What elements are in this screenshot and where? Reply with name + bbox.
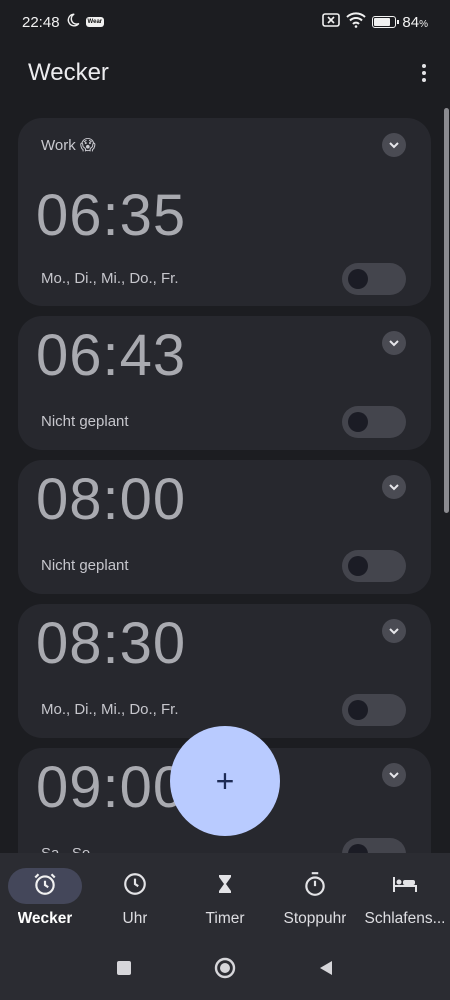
bed-icon: [391, 872, 419, 901]
app-header: Wecker: [0, 50, 450, 96]
nav-icon-container: [278, 868, 352, 904]
back-icon[interactable]: [317, 959, 335, 982]
battery-fill: [374, 18, 391, 26]
wear-badge: Wear: [85, 17, 105, 27]
chevron-down-icon[interactable]: [382, 475, 406, 499]
alarm-schedule: Mo., Di., Mi., Do., Fr.: [41, 270, 179, 287]
moon-icon: [66, 13, 80, 31]
chevron-down-icon[interactable]: [382, 133, 406, 157]
nav-icon-container: [98, 868, 172, 904]
page-title: Wecker: [28, 59, 109, 86]
alarm-schedule: Mo., Di., Mi., Do., Fr.: [41, 701, 179, 718]
status-bar: 22:48 Wear 84%: [0, 0, 450, 44]
alarm-toggle[interactable]: [342, 406, 406, 438]
status-left: 22:48 Wear: [22, 13, 105, 31]
more-options-icon[interactable]: [416, 58, 432, 88]
tab-timer[interactable]: Timer: [180, 853, 270, 941]
home-icon[interactable]: [213, 956, 237, 985]
alarm-time[interactable]: 06:43: [36, 322, 186, 389]
tab-label: Stoppuhr: [283, 910, 347, 927]
chevron-down-icon[interactable]: [382, 763, 406, 787]
tab-wecker[interactable]: Wecker: [0, 853, 90, 941]
alarm-card[interactable]: 08:30 Mo., Di., Mi., Do., Fr.: [18, 604, 431, 738]
scrollbar[interactable]: [444, 108, 449, 513]
alarm-time[interactable]: 08:30: [36, 610, 186, 677]
plus-icon: +: [215, 763, 235, 799]
status-right: 84%: [322, 12, 428, 32]
alarm-label[interactable]: Work 😱: [41, 136, 96, 154]
bottom-nav: Wecker Uhr Timer Stoppuhr Schlafens...: [0, 853, 450, 941]
system-nav-bar: [0, 941, 450, 1000]
tab-label: Wecker: [17, 910, 73, 927]
alarm-card[interactable]: Work 😱 06:35 Mo., Di., Mi., Do., Fr.: [18, 118, 431, 306]
toggle-knob: [348, 700, 368, 720]
tab-stoppuhr[interactable]: Stoppuhr: [270, 853, 360, 941]
no-sim-icon: [322, 12, 341, 32]
alarm-toggle[interactable]: [342, 263, 406, 295]
stopwatch-icon: [302, 871, 328, 902]
tab-schlafenszeit[interactable]: Schlafens...: [360, 853, 450, 941]
alarm-time[interactable]: 08:00: [36, 466, 186, 533]
alarm-card[interactable]: 08:00 Nicht geplant: [18, 460, 431, 594]
hourglass-icon: [213, 872, 237, 901]
tab-label: Timer: [205, 910, 245, 927]
recent-apps-icon[interactable]: [115, 959, 133, 982]
toggle-knob: [348, 412, 368, 432]
alarm-card[interactable]: 06:43 Nicht geplant: [18, 316, 431, 450]
tab-uhr[interactable]: Uhr: [90, 853, 180, 941]
alarm-toggle[interactable]: [342, 550, 406, 582]
nav-icon-container: [188, 868, 262, 904]
nav-icon-container: [8, 868, 82, 904]
add-alarm-button[interactable]: +: [170, 726, 280, 836]
alarm-toggle[interactable]: [342, 694, 406, 726]
alarm-schedule: Nicht geplant: [41, 413, 129, 430]
alarm-schedule: Nicht geplant: [41, 557, 129, 574]
alarm-clock-icon: [32, 871, 58, 902]
battery-percent: 84%: [402, 13, 428, 31]
tab-label: Uhr: [122, 910, 148, 927]
nav-icon-container: [368, 868, 442, 904]
chevron-down-icon[interactable]: [382, 619, 406, 643]
toggle-knob: [348, 269, 368, 289]
wifi-icon: [346, 12, 367, 32]
alarm-time[interactable]: 06:35: [36, 182, 186, 249]
chevron-down-icon[interactable]: [382, 331, 406, 355]
tab-label: Schlafens...: [364, 910, 446, 927]
battery-icon: [372, 16, 400, 28]
toggle-knob: [348, 556, 368, 576]
status-time: 22:48: [22, 13, 60, 31]
clock-icon: [122, 871, 148, 902]
alarm-time[interactable]: 09:00: [36, 754, 186, 821]
